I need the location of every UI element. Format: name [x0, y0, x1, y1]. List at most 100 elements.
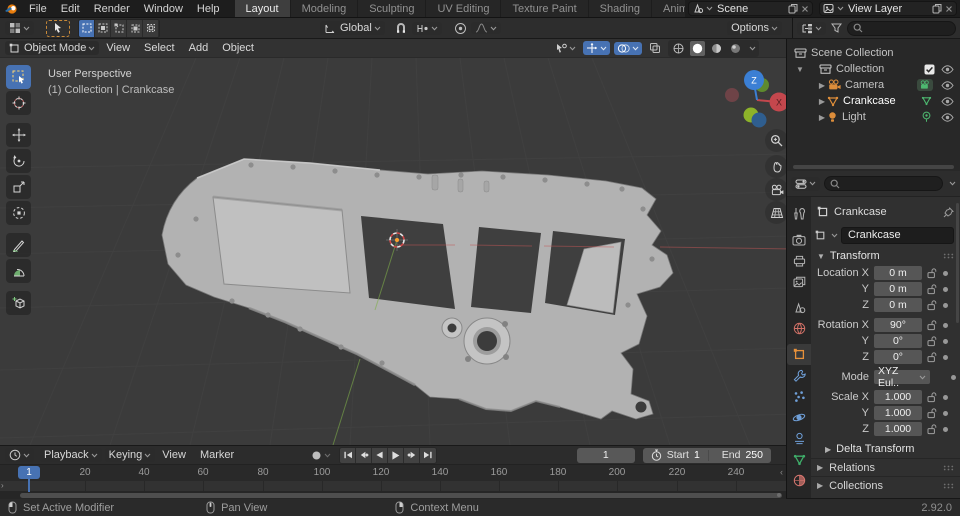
light-data-icon[interactable]	[921, 111, 932, 123]
outliner-editor-type-button[interactable]	[797, 22, 826, 35]
eye-icon[interactable]	[941, 65, 954, 74]
close-icon[interactable]	[801, 5, 809, 13]
pin-icon[interactable]	[943, 207, 954, 218]
rotation-y-field[interactable]: 0°	[874, 334, 922, 348]
jump-to-end-button[interactable]	[420, 448, 436, 463]
item-label[interactable]: Scene Collection	[811, 47, 954, 59]
chevron-down-icon[interactable]	[706, 6, 713, 11]
gizmo-toggle[interactable]	[583, 41, 610, 55]
disclosure-triangle-icon[interactable]: ▼	[795, 65, 805, 74]
pan-hand-button[interactable]	[765, 155, 786, 178]
checkbox-icon[interactable]	[924, 64, 935, 75]
chevron-down-icon[interactable]	[831, 233, 838, 238]
tool-rotate[interactable]	[6, 149, 31, 173]
animate-dot[interactable]	[943, 355, 948, 360]
snap-target-dropdown[interactable]	[412, 22, 442, 35]
proportional-falloff-dropdown[interactable]	[471, 22, 501, 34]
outliner-row-collection[interactable]: ▼ Collection	[787, 61, 960, 77]
lock-open-icon[interactable]	[924, 284, 940, 295]
tab-scene[interactable]	[787, 297, 811, 318]
animate-dot[interactable]	[943, 395, 948, 400]
options-dropdown[interactable]: Options	[727, 21, 782, 35]
tab-particles[interactable]	[787, 386, 811, 407]
workspace-tab-shading[interactable]: Shading	[589, 0, 652, 17]
collections-panel[interactable]: ▶ Collections	[811, 476, 960, 494]
tab-world[interactable]	[787, 318, 811, 339]
tab-modifiers[interactable]	[787, 365, 811, 386]
scene-selector[interactable]: Scene	[688, 1, 813, 16]
grip-icon[interactable]	[943, 483, 954, 489]
viewport-3d[interactable]: User Perspective (1) Collection | Crankc…	[0, 58, 786, 445]
lock-open-icon[interactable]	[924, 268, 940, 279]
chevron-down-icon[interactable]	[324, 453, 331, 458]
copy-icon[interactable]	[788, 3, 798, 14]
eye-icon[interactable]	[941, 81, 954, 90]
delta-transform-panel[interactable]: ▶ Delta Transform	[811, 440, 960, 458]
tool-annotate[interactable]	[6, 233, 31, 257]
object-name-field[interactable]: Crankcase	[841, 227, 954, 244]
disclosure-triangle-icon[interactable]: ▶	[817, 97, 827, 106]
eye-icon[interactable]	[941, 97, 954, 106]
tab-material[interactable]	[787, 470, 811, 491]
menu-add[interactable]: Add	[182, 42, 216, 54]
filter-funnel-icon[interactable]	[831, 23, 842, 33]
select-mode-new[interactable]	[95, 20, 111, 37]
menu-select[interactable]: Select	[137, 42, 182, 54]
menu-file[interactable]: File	[22, 0, 54, 17]
visibility-dropdown[interactable]	[553, 42, 579, 55]
disclosure-triangle-icon[interactable]: ▶	[817, 113, 827, 122]
select-mode-extend[interactable]	[111, 20, 127, 37]
overlays-toggle[interactable]	[614, 42, 642, 55]
tool-measure[interactable]	[6, 259, 31, 283]
item-label[interactable]: Crankcase	[843, 95, 921, 107]
outliner-row-scene-collection[interactable]: Scene Collection	[787, 45, 960, 61]
outliner-row-camera[interactable]: ▶ Camera	[787, 77, 960, 93]
menu-render[interactable]: Render	[87, 0, 137, 17]
location-x-field[interactable]: 0 m	[874, 266, 922, 280]
jump-to-start-button[interactable]	[340, 448, 356, 463]
tab-tool[interactable]	[787, 203, 811, 224]
marker-menu[interactable]: Marker	[193, 449, 241, 461]
eye-icon[interactable]	[941, 113, 954, 122]
chevron-down-icon[interactable]	[749, 46, 756, 51]
tool-select-box[interactable]	[6, 65, 31, 89]
chevron-down-icon[interactable]	[837, 6, 844, 11]
object-type-icon[interactable]	[815, 230, 826, 241]
record-icon[interactable]	[311, 450, 322, 461]
properties-search-input[interactable]	[840, 178, 937, 189]
select-mode-tweak[interactable]	[79, 20, 95, 37]
workspace-tab-texture-paint[interactable]: Texture Paint	[501, 0, 588, 17]
shading-wireframe[interactable]	[671, 41, 686, 56]
properties-scrollbar[interactable]	[956, 203, 959, 323]
workspace-tab-sculpting[interactable]: Sculpting	[358, 0, 426, 17]
outliner-row-light[interactable]: ▶ Light	[787, 109, 960, 125]
scene-name[interactable]: Scene	[713, 3, 788, 15]
chevron-down-icon[interactable]	[949, 181, 956, 186]
editor-type-button[interactable]	[5, 21, 34, 35]
shading-rendered[interactable]	[728, 41, 743, 56]
animate-dot[interactable]	[943, 271, 948, 276]
lock-open-icon[interactable]	[924, 300, 940, 311]
blender-logo-icon[interactable]	[0, 0, 22, 17]
menu-window[interactable]: Window	[137, 0, 190, 17]
timeline-ruler[interactable]: 20 40 60 80 100 120 140 160 180 200 220 …	[0, 465, 786, 481]
outliner-search[interactable]	[847, 21, 956, 36]
outliner-row-crankcase[interactable]: ▶ Crankcase	[787, 93, 960, 109]
camera-view-button[interactable]	[765, 178, 786, 201]
item-label[interactable]: Camera	[845, 79, 917, 91]
xray-toggle[interactable]	[646, 41, 664, 55]
tab-physics[interactable]	[787, 407, 811, 428]
view-layer-name[interactable]: View Layer	[844, 3, 932, 15]
timeline-editor-type-button[interactable]	[5, 448, 34, 462]
animate-dot[interactable]	[943, 427, 948, 432]
zoom-button[interactable]	[765, 129, 786, 152]
tab-constraints[interactable]	[787, 428, 811, 449]
animate-dot[interactable]	[943, 411, 948, 416]
frame-range-group[interactable]: Start 1 End 250	[643, 448, 771, 463]
transform-orientation-dropdown[interactable]: Global	[320, 21, 385, 35]
grip-icon[interactable]	[943, 253, 954, 259]
shading-material[interactable]	[709, 41, 724, 56]
location-y-field[interactable]: 0 m	[874, 282, 922, 296]
animate-dot[interactable]	[943, 323, 948, 328]
select-mode-subtract[interactable]	[127, 20, 143, 37]
